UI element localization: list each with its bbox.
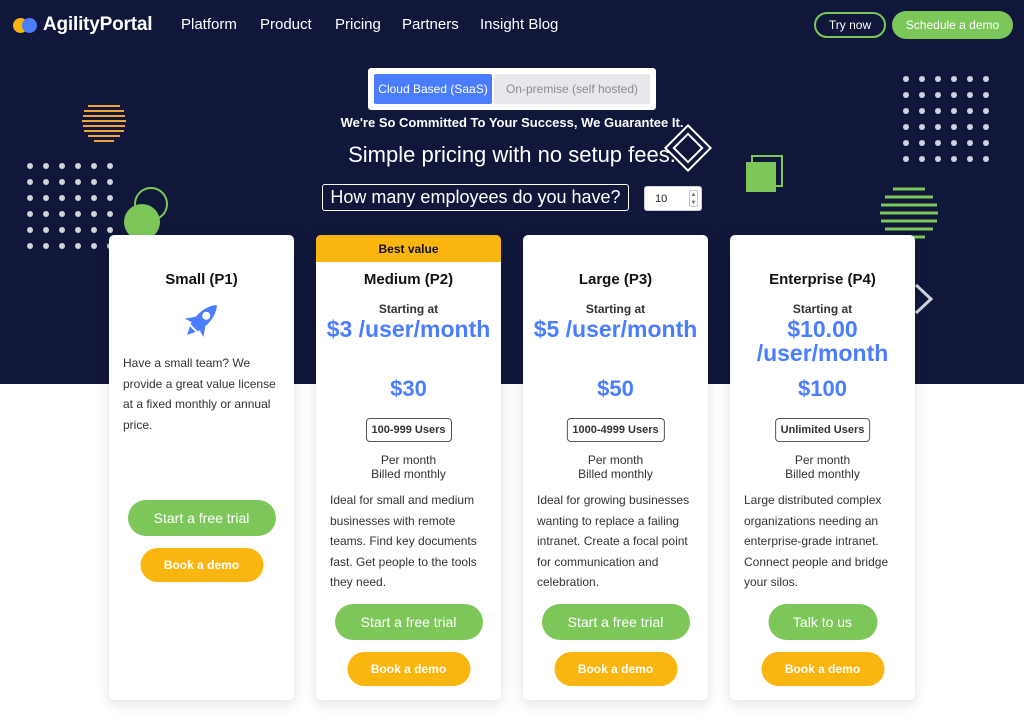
plan-price: $5 /user/month [533, 316, 698, 342]
top-navigation: AgilityPortal Platform Product Pricing P… [0, 0, 1024, 52]
plan-description: Ideal for small and medium businesses wi… [330, 493, 477, 589]
billing-info: Per month Billed monthly [316, 453, 501, 481]
plan-title: Large (P3) [578, 271, 653, 288]
start-free-trial-button[interactable]: Start a free trial [334, 604, 483, 640]
green-striped-circle-decoration [880, 187, 938, 239]
employees-question: How many employees do you have? [322, 184, 629, 211]
employees-count-input[interactable]: 10 ▲ ▼ [644, 186, 702, 211]
number-stepper-icon[interactable]: ▲ ▼ [689, 190, 698, 207]
users-badge: 1000-4999 Users [566, 418, 665, 442]
start-free-trial-button[interactable]: Start a free trial [541, 604, 690, 640]
nav-link-partners[interactable]: Partners [402, 16, 459, 33]
billed-monthly-label: Billed monthly [785, 467, 860, 481]
talk-to-us-button[interactable]: Talk to us [768, 604, 877, 640]
plan-title: Enterprise (P4) [769, 271, 876, 288]
plan-card-medium: Best value Medium (P2) Starting at $3 /u… [316, 235, 501, 700]
chevron-decoration [914, 283, 934, 315]
per-month-label: Per month [587, 453, 644, 467]
brand-logo[interactable]: AgilityPortal [13, 12, 153, 38]
start-free-trial-button[interactable]: Start a free trial [127, 500, 276, 536]
employees-count-value: 10 [655, 192, 668, 205]
per-month-label: Per month [380, 453, 437, 467]
plan-title: Medium (P2) [363, 271, 454, 288]
book-demo-button[interactable]: Book a demo [347, 652, 470, 686]
try-now-button[interactable]: Try now [814, 12, 886, 38]
toggle-cloud-option[interactable]: Cloud Based (SaaS) [374, 74, 492, 104]
plan-card-enterprise: Enterprise (P4) Starting at $10.00 /user… [730, 235, 915, 700]
best-value-banner: Best value [316, 235, 501, 262]
starting-at-label: Starting at [585, 302, 646, 316]
book-demo-button[interactable]: Book a demo [761, 652, 884, 686]
billing-info: Per month Billed monthly [523, 453, 708, 481]
starting-at-label: Starting at [378, 302, 439, 316]
plan-title: Small (P1) [165, 271, 238, 288]
book-demo-button[interactable]: Book a demo [554, 652, 677, 686]
plan-price: $10.00 /user/month [756, 316, 889, 366]
per-month-label: Per month [794, 453, 851, 467]
users-badge: Unlimited Users [774, 418, 871, 442]
schedule-demo-button[interactable]: Schedule a demo [892, 11, 1013, 39]
plan-card-large: Large (P3) Starting at $5 /user/month $5… [523, 235, 708, 700]
green-circles-decoration [124, 187, 168, 240]
plan-price: $3 /user/month [326, 316, 491, 342]
users-badge: 100-999 Users [365, 418, 452, 442]
guarantee-text: We're So Committed To Your Success, We G… [340, 115, 684, 130]
toggle-on-premise-option[interactable]: On-premise (self hosted) [494, 74, 650, 104]
plan-total: $30 [390, 376, 427, 401]
hosting-toggle: Cloud Based (SaaS) On-premise (self host… [368, 68, 656, 110]
starting-at-label: Starting at [792, 302, 853, 316]
plan-description: Ideal for growing businesses wanting to … [537, 493, 690, 589]
dot-grid-left-decoration [27, 163, 113, 249]
plan-total: $100 [798, 376, 847, 401]
nav-link-product[interactable]: Product [260, 16, 312, 33]
nav-link-insight-blog[interactable]: Insight Blog [480, 16, 558, 33]
billed-monthly-label: Billed monthly [371, 467, 446, 481]
logo-icon [13, 16, 41, 34]
book-demo-button[interactable]: Book a demo [140, 548, 263, 582]
nav-link-pricing[interactable]: Pricing [335, 16, 381, 33]
nav-link-platform[interactable]: Platform [181, 16, 237, 33]
rocket-icon [185, 305, 217, 337]
plan-card-small: Small (P1) Have a small team? We provide… [109, 235, 294, 700]
plan-description: Have a small team? We provide a great va… [123, 356, 276, 432]
brand-name: AgilityPortal [43, 14, 153, 35]
billing-info: Per month Billed monthly [730, 453, 915, 481]
plan-total: $50 [597, 376, 634, 401]
page-headline: Simple pricing with no setup fees. [348, 142, 676, 167]
billed-monthly-label: Billed monthly [578, 467, 653, 481]
plan-description: Large distributed complex organizations … [744, 493, 889, 589]
